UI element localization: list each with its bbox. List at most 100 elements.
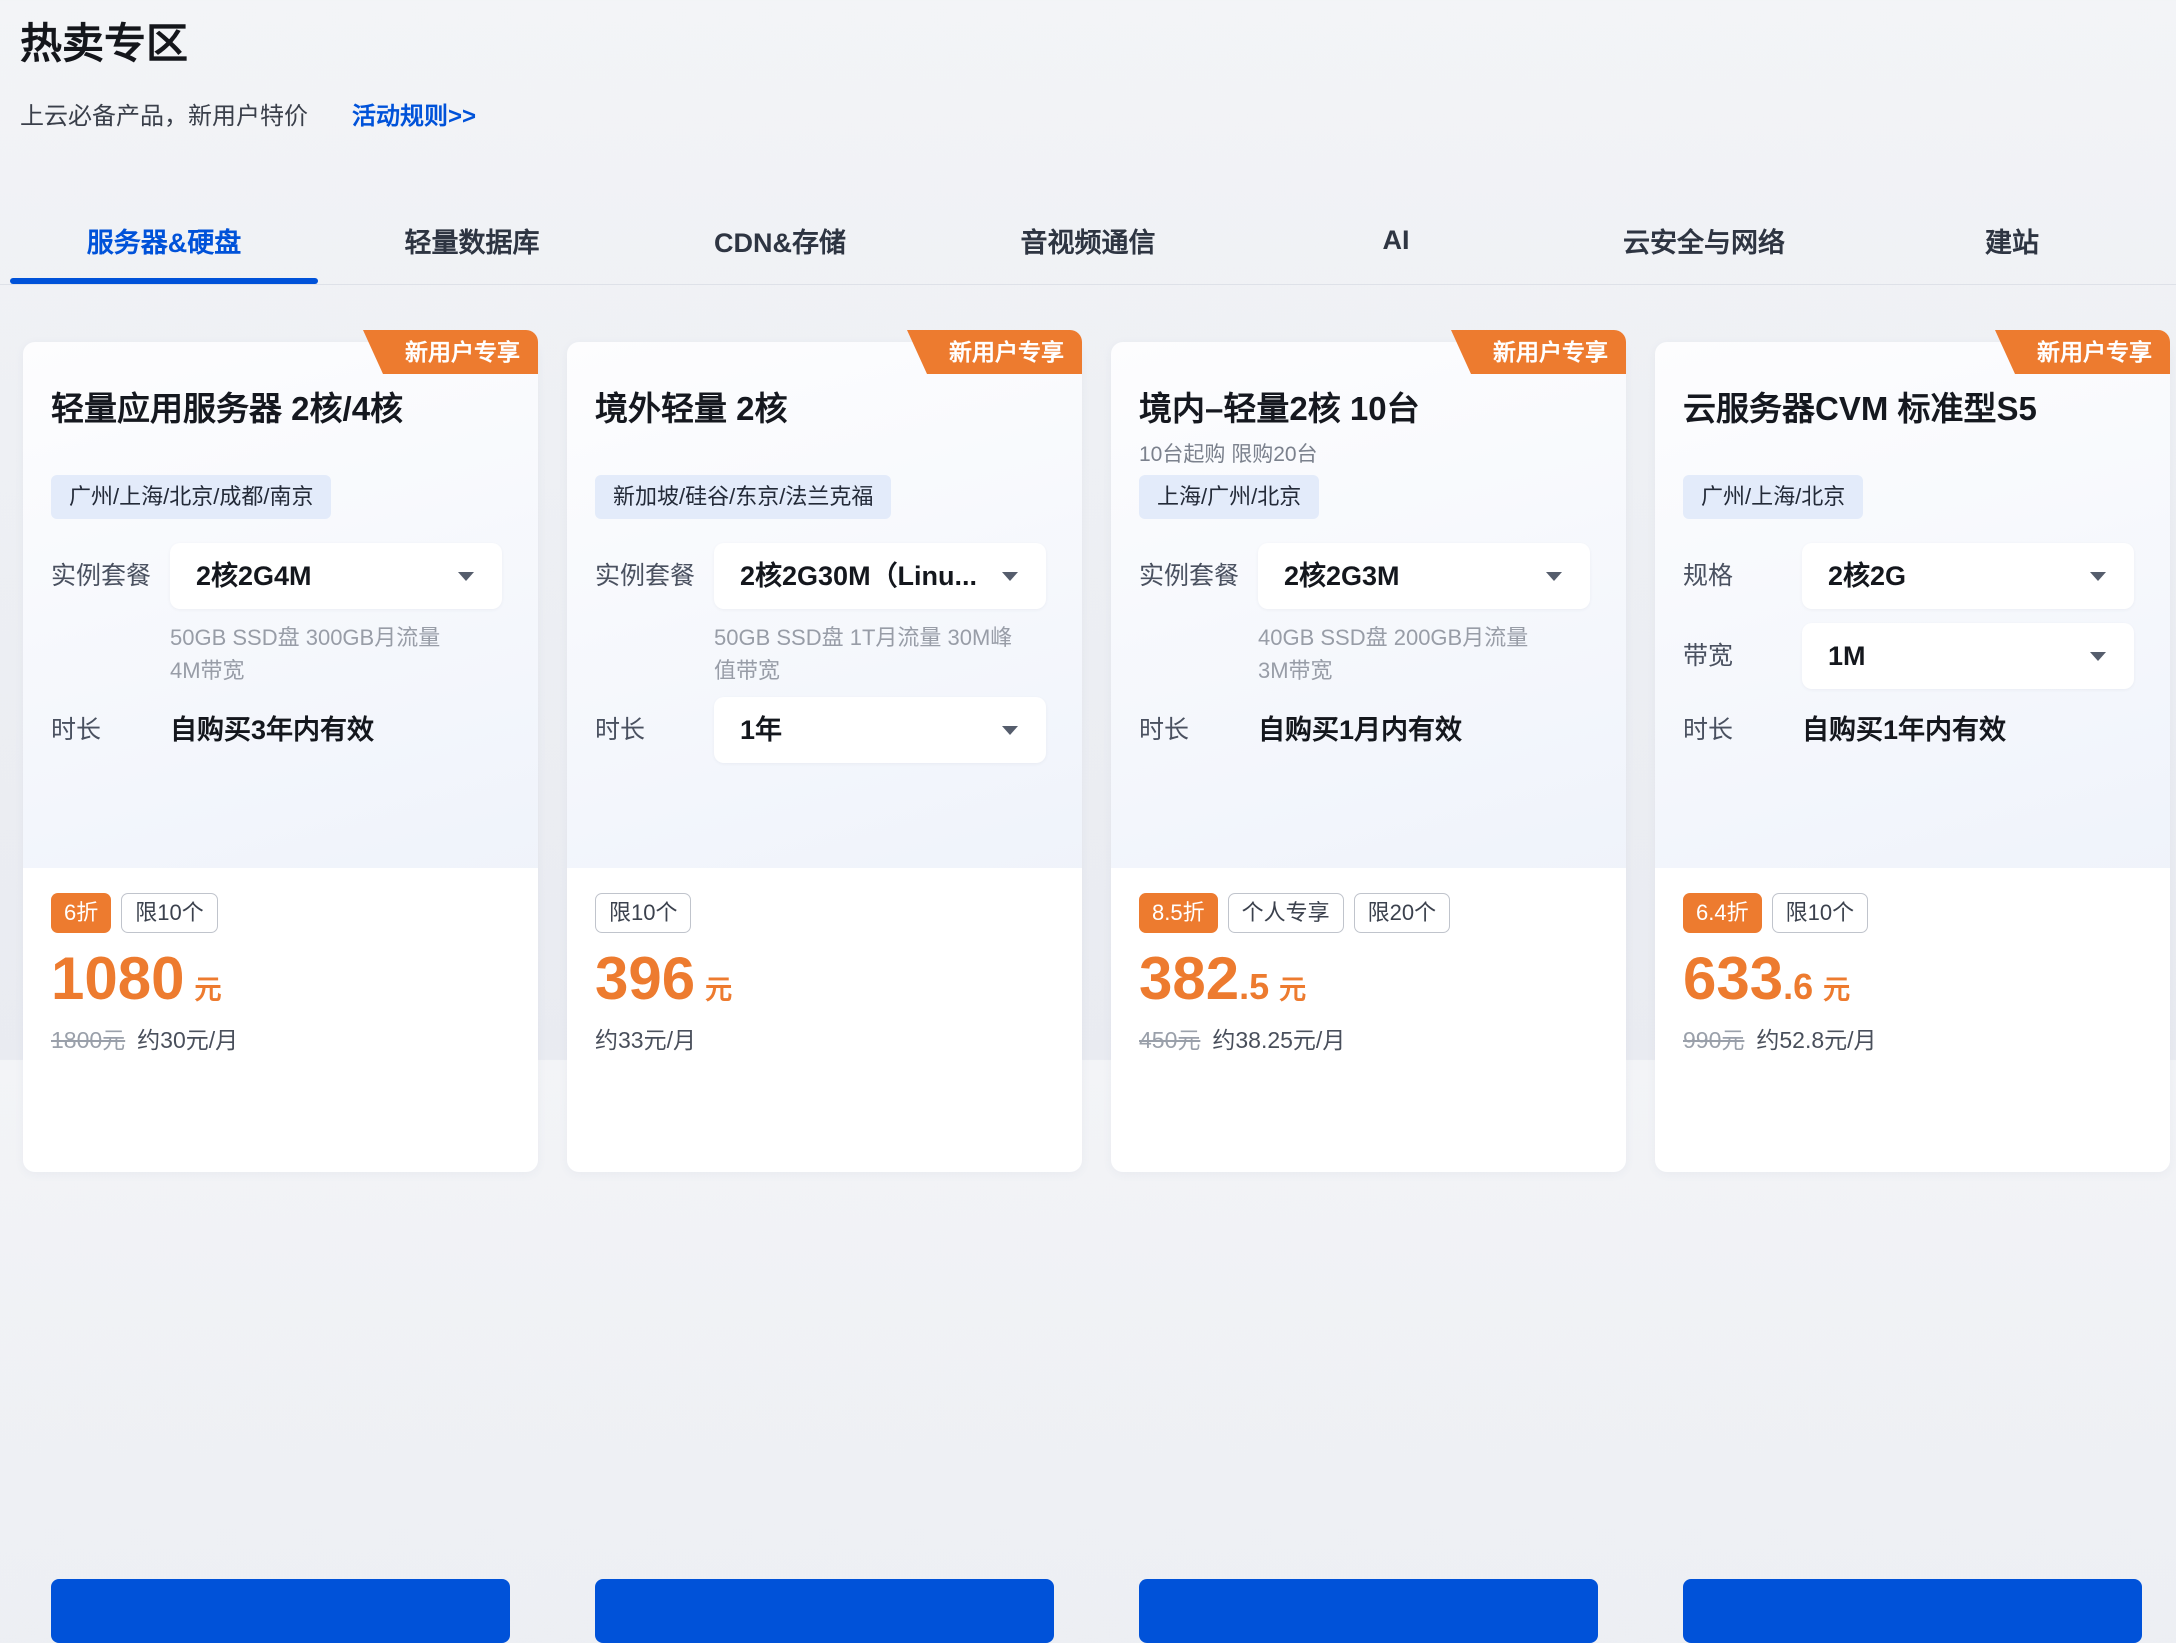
row-label: 时长	[1683, 697, 1733, 763]
chevron-down-icon	[1002, 572, 1018, 581]
duration-value: 自购买3年内有效	[170, 697, 374, 763]
tab-label: 服务器&硬盘	[87, 221, 242, 260]
spec-select[interactable]: 2核2G3M	[1258, 543, 1590, 609]
tab-label: 建站	[1985, 221, 2039, 260]
price-section: 6折限10个 1080元 1800元约30元/月	[23, 868, 538, 1172]
buy-button[interactable]	[1683, 1579, 2142, 1643]
product-card: 新用户专享 云服务器CVM 标准型S5 广州/上海/北京 规格2核2G带宽1M时…	[1655, 342, 2170, 1172]
per-month-price: 约33元/月	[595, 1027, 696, 1053]
limit-badge: 限10个	[1772, 893, 1868, 933]
price-unit: 元	[1279, 975, 1306, 1005]
page-subtitle-row: 上云必备产品，新用户特价 活动规则>>	[20, 96, 476, 131]
price-integer: 633	[1683, 945, 1783, 1012]
limit-badge: 限10个	[121, 893, 217, 933]
price-decimal: .5	[1239, 966, 1269, 1007]
price-sub-row: 990元约52.8元/月	[1683, 1021, 2142, 1055]
price-row: 396元	[595, 944, 1054, 1013]
badges-row: 6.4折限10个	[1683, 893, 2142, 933]
config-row: 带宽 1M	[1655, 623, 2170, 689]
hot-sale-page: 热卖专区 上云必备产品，新用户特价 活动规则>> 服务器&硬盘轻量数据库CDN&…	[0, 0, 2176, 1060]
price-sub-row: 450元约38.25元/月	[1139, 1021, 1598, 1055]
price-row: 382.5 元	[1139, 944, 1598, 1013]
row-label: 实例套餐	[1139, 543, 1239, 609]
tab-label: AI	[1383, 225, 1410, 256]
row-label: 规格	[1683, 543, 1733, 609]
chevron-down-icon	[1002, 726, 1018, 735]
limit-badge: 个人专享	[1228, 893, 1344, 933]
per-month-price: 约38.25元/月	[1212, 1027, 1345, 1053]
duration-value: 自购买1年内有效	[1802, 697, 2006, 763]
per-month-price: 约30元/月	[137, 1027, 238, 1053]
price-unit: 元	[705, 975, 732, 1005]
spec-select[interactable]: 1M	[1802, 623, 2134, 689]
page-subtitle: 上云必备产品，新用户特价	[20, 96, 308, 131]
tab-label: 音视频通信	[1021, 221, 1156, 260]
chevron-down-icon	[458, 572, 474, 581]
price-row: 633.6 元	[1683, 944, 2142, 1013]
tab-3[interactable]: CDN&存储	[626, 196, 934, 284]
chevron-down-icon	[2090, 652, 2106, 661]
tab-7[interactable]: 建站	[1858, 196, 2166, 284]
spec-select[interactable]: 2核2G30M（Linu...	[714, 543, 1046, 609]
buy-button[interactable]	[51, 1579, 510, 1643]
config-row: 实例套餐 2核2G4M	[23, 543, 538, 609]
config-row: 时长 自购买3年内有效	[23, 697, 538, 763]
product-cards: 新用户专享 轻量应用服务器 2核/4核 广州/上海/北京/成都/南京 实例套餐2…	[23, 342, 2170, 1172]
price-integer: 382	[1139, 945, 1239, 1012]
tab-label: 轻量数据库	[405, 221, 540, 260]
discount-badge: 8.5折	[1139, 893, 1218, 933]
duration-select[interactable]: 1年	[714, 697, 1046, 763]
select-value: 2核2G30M（Linu...	[740, 543, 977, 609]
tab-4[interactable]: 音视频通信	[934, 196, 1242, 284]
chevron-down-icon	[2090, 572, 2106, 581]
tab-label: 云安全与网络	[1623, 221, 1785, 260]
select-value: 1M	[1828, 623, 1866, 689]
original-price: 1800元	[51, 1027, 125, 1053]
original-price: 990元	[1683, 1027, 1744, 1053]
spec-desc: 40GB SSD盘 200GB月流量 3M带宽	[1258, 621, 1558, 687]
config-row: 实例套餐 2核2G30M（Linu...	[567, 543, 1082, 609]
row-label: 时长	[595, 697, 645, 763]
per-month-price: 约52.8元/月	[1756, 1027, 1876, 1053]
badges-row: 8.5折个人专享限20个	[1139, 893, 1598, 933]
config-row: 时长 1年	[567, 697, 1082, 763]
product-card: 新用户专享 境内–轻量2核 10台 10台起购 限购20台 上海/广州/北京 实…	[1111, 342, 1626, 1172]
activity-rules-link[interactable]: 活动规则>>	[352, 96, 476, 131]
config-row: 时长自购买1月内有效	[1111, 697, 1626, 763]
row-label: 实例套餐	[595, 543, 695, 609]
select-value: 2核2G3M	[1284, 543, 1400, 609]
tab-5[interactable]: AI	[1242, 196, 1550, 284]
chevron-down-icon	[1546, 572, 1562, 581]
tabs-divider	[0, 284, 2176, 285]
price-section: 限10个 396元 约33元/月	[567, 868, 1082, 1172]
tab-1[interactable]: 服务器&硬盘	[10, 196, 318, 284]
price-section: 6.4折限10个 633.6 元 990元约52.8元/月	[1655, 868, 2170, 1172]
price-section: 8.5折个人专享限20个 382.5 元 450元约38.25元/月	[1111, 868, 1626, 1172]
spec-desc: 50GB SSD盘 1T月流量 30M峰值带宽	[714, 621, 1014, 687]
price-row: 1080元	[51, 944, 510, 1013]
tab-label: CDN&存储	[714, 221, 846, 260]
row-label: 时长	[51, 697, 101, 763]
buy-button[interactable]	[595, 1579, 1054, 1643]
category-tabs: 服务器&硬盘 轻量数据库 CDN&存储 音视频通信 AI 云安全与网络 建站	[0, 196, 2176, 284]
row-label: 实例套餐	[51, 543, 151, 609]
tab-2[interactable]: 轻量数据库	[318, 196, 626, 284]
price-integer: 1080	[51, 945, 184, 1012]
badges-row: 限10个	[595, 893, 1054, 933]
original-price: 450元	[1139, 1027, 1200, 1053]
discount-badge: 6.4折	[1683, 893, 1762, 933]
spec-desc: 50GB SSD盘 300GB月流量 4M带宽	[170, 621, 470, 687]
product-card: 新用户专享 境外轻量 2核 新加坡/硅谷/东京/法兰克福 实例套餐2核2G30M…	[567, 342, 1082, 1172]
tab-6[interactable]: 云安全与网络	[1550, 196, 1858, 284]
select-value: 1年	[740, 697, 782, 763]
spec-select[interactable]: 2核2G4M	[170, 543, 502, 609]
buy-button[interactable]	[1139, 1579, 1598, 1643]
price-decimal: .6	[1783, 966, 1813, 1007]
spec-select[interactable]: 2核2G	[1802, 543, 2134, 609]
row-label: 带宽	[1683, 623, 1733, 689]
discount-badge: 6折	[51, 893, 111, 933]
price-sub-row: 1800元约30元/月	[51, 1021, 510, 1055]
duration-value: 自购买1月内有效	[1258, 697, 1462, 763]
price-unit: 元	[1823, 975, 1850, 1005]
select-value: 2核2G4M	[196, 543, 312, 609]
